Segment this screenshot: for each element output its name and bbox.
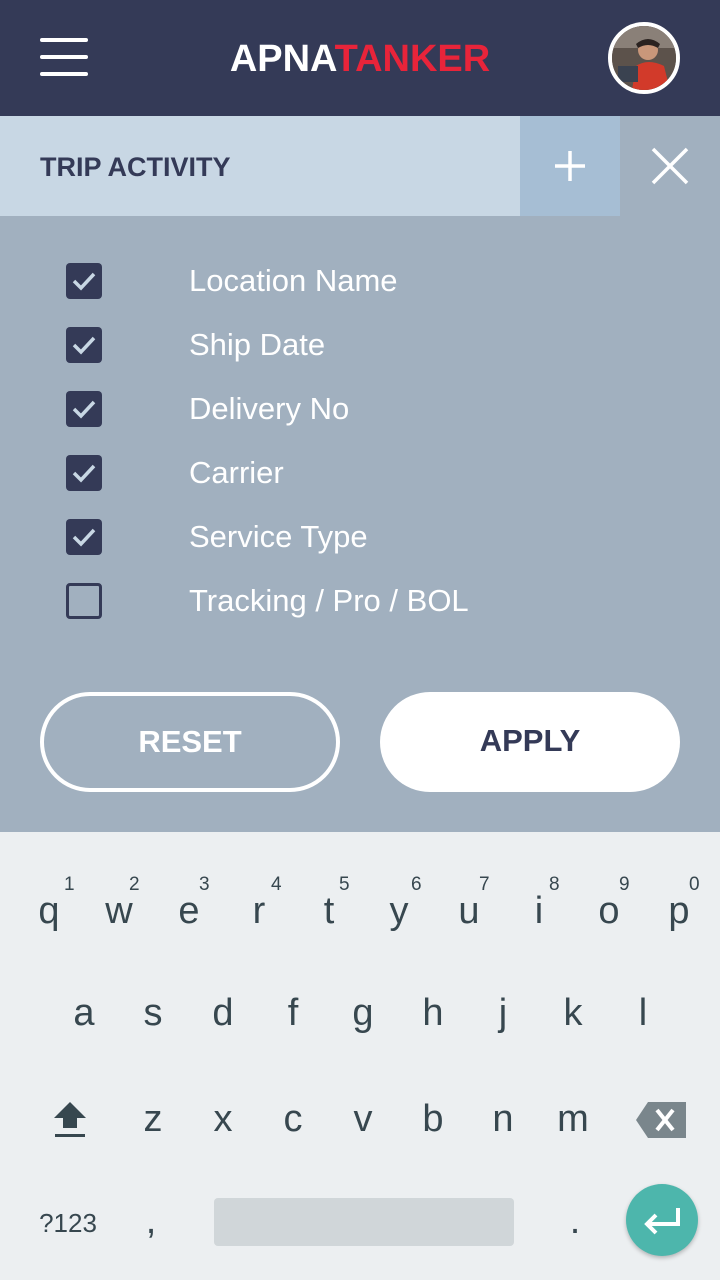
option-label: Location Name — [189, 263, 398, 298]
shift-icon — [54, 1102, 86, 1137]
key-r[interactable]: 4r — [224, 862, 294, 958]
add-button[interactable] — [520, 116, 620, 216]
reset-button[interactable]: RESET — [40, 692, 340, 792]
option-ship-date[interactable]: Ship Date — [0, 313, 720, 377]
checkbox-unchecked-icon[interactable] — [66, 583, 102, 619]
avatar-photo-icon — [612, 26, 676, 90]
key-q[interactable]: 1q — [14, 862, 84, 958]
key-w[interactable]: 2w — [84, 862, 154, 958]
option-delivery-no[interactable]: Delivery No — [0, 377, 720, 441]
key-v[interactable]: v — [328, 1070, 398, 1166]
space-bar[interactable] — [214, 1198, 514, 1246]
key-t[interactable]: 5t — [294, 862, 364, 958]
option-label: Service Type — [189, 519, 368, 554]
option-label: Delivery No — [189, 391, 350, 426]
filter-panel: Location Name Ship Date Delivery No Carr… — [0, 216, 720, 832]
shift-key[interactable] — [34, 1070, 104, 1166]
comma-key[interactable]: , — [116, 1174, 186, 1270]
option-location-name[interactable]: Location Name — [0, 249, 720, 313]
plus-icon — [555, 151, 585, 181]
symbols-key[interactable]: ?123 — [28, 1174, 108, 1270]
key-l[interactable]: l — [608, 964, 678, 1060]
soft-keyboard: 1q 2w 3e 4r 5t 6y 7u 8i 9o 0p a s d f g … — [0, 832, 720, 1280]
key-j[interactable]: j — [468, 964, 538, 1060]
checkbox-checked-icon[interactable] — [66, 391, 102, 427]
logo-part-2: TANKER — [334, 38, 491, 80]
checkbox-checked-icon[interactable] — [66, 519, 102, 555]
key-s[interactable]: s — [118, 964, 188, 1060]
key-m[interactable]: m — [538, 1070, 608, 1166]
filter-title: TRIP ACTIVITY — [40, 152, 231, 182]
period-key[interactable]: . — [540, 1174, 610, 1270]
key-o[interactable]: 9o — [574, 862, 644, 958]
key-y[interactable]: 6y — [364, 862, 434, 958]
key-h[interactable]: h — [398, 964, 468, 1060]
key-d[interactable]: d — [188, 964, 258, 1060]
key-g[interactable]: g — [328, 964, 398, 1060]
close-icon — [651, 147, 689, 185]
enter-icon — [644, 1208, 680, 1235]
key-x[interactable]: x — [188, 1070, 258, 1166]
option-label: Ship Date — [189, 327, 326, 362]
key-n[interactable]: n — [468, 1070, 538, 1166]
option-label: Carrier — [189, 455, 284, 490]
checkbox-checked-icon[interactable] — [66, 263, 102, 299]
backspace-icon — [636, 1102, 686, 1138]
key-c[interactable]: c — [258, 1070, 328, 1166]
key-k[interactable]: k — [538, 964, 608, 1060]
key-a[interactable]: a — [49, 964, 119, 1060]
filter-title-bar: TRIP ACTIVITY — [0, 116, 520, 216]
key-u[interactable]: 7u — [434, 862, 504, 958]
enter-key[interactable] — [626, 1184, 698, 1256]
user-avatar[interactable] — [608, 22, 680, 94]
option-carrier[interactable]: Carrier — [0, 441, 720, 505]
apply-button[interactable]: APPLY — [380, 692, 680, 792]
logo-part-1: APNA — [229, 38, 335, 80]
key-f[interactable]: f — [258, 964, 328, 1060]
key-p[interactable]: 0p — [644, 862, 714, 958]
key-z[interactable]: z — [118, 1070, 188, 1166]
option-tracking-pro-bol[interactable]: Tracking / Pro / BOL — [0, 569, 720, 633]
close-button[interactable] — [620, 116, 720, 216]
option-service-type[interactable]: Service Type — [0, 505, 720, 569]
key-e[interactable]: 3e — [154, 862, 224, 958]
checkbox-checked-icon[interactable] — [66, 455, 102, 491]
option-label: Tracking / Pro / BOL — [189, 583, 469, 618]
key-b[interactable]: b — [398, 1070, 468, 1166]
backspace-key[interactable] — [626, 1070, 696, 1166]
key-i[interactable]: 8i — [504, 862, 574, 958]
checkbox-checked-icon[interactable] — [66, 327, 102, 363]
app-header: APNATANKER — [0, 0, 720, 116]
